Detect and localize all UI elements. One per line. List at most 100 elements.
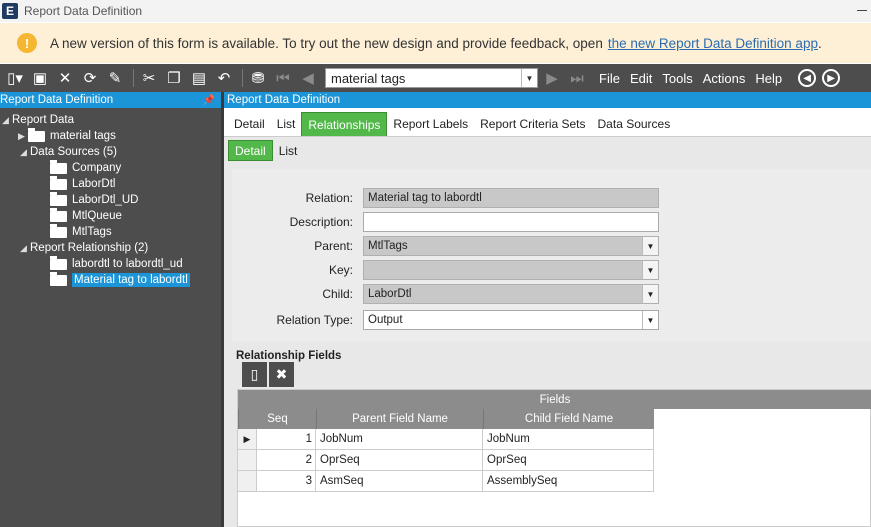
subtab-detail[interactable]: Detail: [228, 140, 273, 161]
key-combo[interactable]: ▼: [363, 260, 659, 280]
parent-field-cell[interactable]: JobNum: [316, 429, 483, 450]
relation-type-combo[interactable]: Output ▼: [363, 310, 659, 330]
parent-field-cell[interactable]: OprSeq: [316, 450, 483, 471]
relationship-form: Relation: Material tag to labordtl Descr…: [232, 169, 871, 341]
sub-tabs: Detail List: [224, 137, 871, 161]
row-selector[interactable]: [238, 471, 257, 492]
toolbar-separator: [242, 69, 243, 87]
menu-actions[interactable]: Actions: [703, 71, 746, 86]
expand-arrow-icon[interactable]: ▶: [18, 131, 28, 142]
tree-node-material-tags[interactable]: ▶ material tags: [18, 127, 116, 144]
menu-edit[interactable]: Edit: [630, 71, 652, 86]
relation-field: Material tag to labordtl: [363, 188, 659, 208]
tab-report-labels[interactable]: Report Labels: [387, 112, 474, 136]
forward-icon[interactable]: ▶: [822, 69, 841, 87]
menu-file[interactable]: File: [599, 71, 620, 86]
tab-detail[interactable]: Detail: [228, 112, 271, 136]
column-header-seq[interactable]: Seq: [238, 409, 316, 429]
row-selector[interactable]: [238, 450, 257, 471]
child-field-cell[interactable]: OprSeq: [483, 450, 654, 471]
folder-icon: [28, 127, 45, 142]
menu-help[interactable]: Help: [755, 71, 782, 86]
app-logo: E: [2, 3, 18, 19]
child-field-cell[interactable]: AssemblySeq: [483, 471, 654, 492]
tree-panel: Report Data Definition 📌 ◢ Report Data ▶…: [0, 92, 221, 527]
column-header-parent-field[interactable]: Parent Field Name: [316, 409, 483, 429]
child-combo[interactable]: LaborDtl ▼: [363, 284, 659, 304]
tree-node-report-relationship[interactable]: ◢ Report Relationship (2): [20, 240, 148, 256]
grid-band-header: Fields: [238, 390, 871, 409]
next-record-icon[interactable]: ▶: [541, 67, 563, 89]
seq-cell[interactable]: 2: [257, 450, 316, 471]
tree-node-source[interactable]: MtlTags: [50, 223, 112, 240]
relation-type-label: Relation Type:: [276, 313, 354, 327]
collapse-arrow-icon[interactable]: ◢: [20, 147, 30, 158]
tree-node-source[interactable]: MtlQueue: [50, 207, 122, 224]
tab-relationships[interactable]: Relationships: [301, 112, 388, 136]
record-navigator-combo[interactable]: material tags ▼: [325, 68, 538, 88]
description-field[interactable]: [363, 212, 659, 232]
tree-node-label: Report Data: [12, 114, 75, 126]
pin-icon[interactable]: 📌: [203, 95, 215, 106]
tree-node-source[interactable]: Company: [50, 159, 122, 176]
cut-icon[interactable]: ✂: [138, 67, 160, 89]
record-navigator-value: material tags: [331, 70, 406, 86]
relation-type-value: Output: [368, 314, 403, 326]
chevron-down-icon[interactable]: ▼: [642, 311, 658, 329]
chevron-down-icon[interactable]: ▼: [642, 285, 658, 303]
new-field-button[interactable]: ▯: [242, 362, 267, 387]
menu-tools[interactable]: Tools: [662, 71, 692, 86]
collapse-arrow-icon[interactable]: ◢: [2, 115, 12, 126]
child-field-cell[interactable]: JobNum: [483, 429, 654, 450]
copy-icon[interactable]: ❐: [163, 67, 185, 89]
tree-node-source[interactable]: LaborDtl: [50, 175, 116, 192]
tree-node-label: Report Relationship (2): [30, 242, 149, 254]
row-selector-arrow-icon[interactable]: ▶: [238, 429, 257, 450]
tab-data-sources[interactable]: Data Sources: [592, 112, 677, 136]
tree-node-relationship[interactable]: labordtl to labordtl_ud: [50, 255, 183, 272]
undo-icon[interactable]: ↶: [213, 67, 235, 89]
last-record-icon[interactable]: ⏭: [566, 67, 588, 89]
parent-label: Parent:: [314, 239, 353, 253]
tree-node-label: MtlTags: [72, 226, 112, 238]
subtab-list[interactable]: List: [273, 140, 304, 161]
child-value: LaborDtl: [368, 288, 412, 300]
parent-field-cell[interactable]: AsmSeq: [316, 471, 483, 492]
banner-text: A new version of this form is available.…: [50, 35, 603, 51]
save-icon[interactable]: ▣: [29, 67, 51, 89]
delete-icon[interactable]: ✕: [54, 67, 76, 89]
delete-field-button[interactable]: ✖: [269, 362, 294, 387]
back-icon[interactable]: ◀: [798, 69, 817, 87]
collapse-arrow-icon[interactable]: ◢: [20, 243, 30, 254]
parent-combo[interactable]: MtlTags ▼: [363, 236, 659, 256]
tree-node-relationship-selected[interactable]: Material tag to labordtl: [50, 271, 190, 288]
new-app-link[interactable]: the new Report Data Definition app: [608, 36, 818, 51]
previous-record-icon[interactable]: ◀: [297, 67, 319, 89]
chevron-down-icon[interactable]: ▼: [521, 69, 537, 87]
main-tabs: Detail List Relationships Report Labels …: [224, 108, 871, 137]
tree-node-label: LaborDtl: [72, 178, 116, 190]
key-label: Key:: [328, 263, 353, 277]
new-icon[interactable]: ▯▾: [4, 67, 26, 89]
tree-node-data-sources[interactable]: ◢ Data Sources (5): [20, 144, 117, 160]
paste-icon[interactable]: ▤: [188, 67, 210, 89]
relation-type-row: Relation Type: Output ▼: [232, 310, 871, 330]
column-header-child-field[interactable]: Child Field Name: [483, 409, 654, 429]
tree-node-report-data[interactable]: ◢ Report Data: [2, 112, 74, 128]
window-title: Report Data Definition: [24, 4, 143, 18]
tree-node-label: Company: [72, 162, 122, 174]
clear-icon[interactable]: ✎: [104, 67, 126, 89]
chevron-down-icon[interactable]: ▼: [642, 237, 658, 255]
refresh-icon[interactable]: ⟳: [79, 67, 101, 89]
seq-cell[interactable]: 1: [257, 429, 316, 450]
search-binoculars-icon[interactable]: ⛃: [247, 67, 269, 89]
tab-list[interactable]: List: [271, 112, 302, 136]
tab-report-criteria-sets[interactable]: Report Criteria Sets: [474, 112, 591, 136]
description-label: Description:: [289, 215, 353, 229]
chevron-down-icon[interactable]: ▼: [642, 261, 658, 279]
title-bar: E Report Data Definition: [0, 0, 871, 22]
tree-node-source[interactable]: LaborDtl_UD: [50, 191, 138, 208]
seq-cell[interactable]: 3: [257, 471, 316, 492]
minimize-icon[interactable]: [857, 10, 867, 11]
first-record-icon[interactable]: ⏮: [272, 67, 294, 89]
